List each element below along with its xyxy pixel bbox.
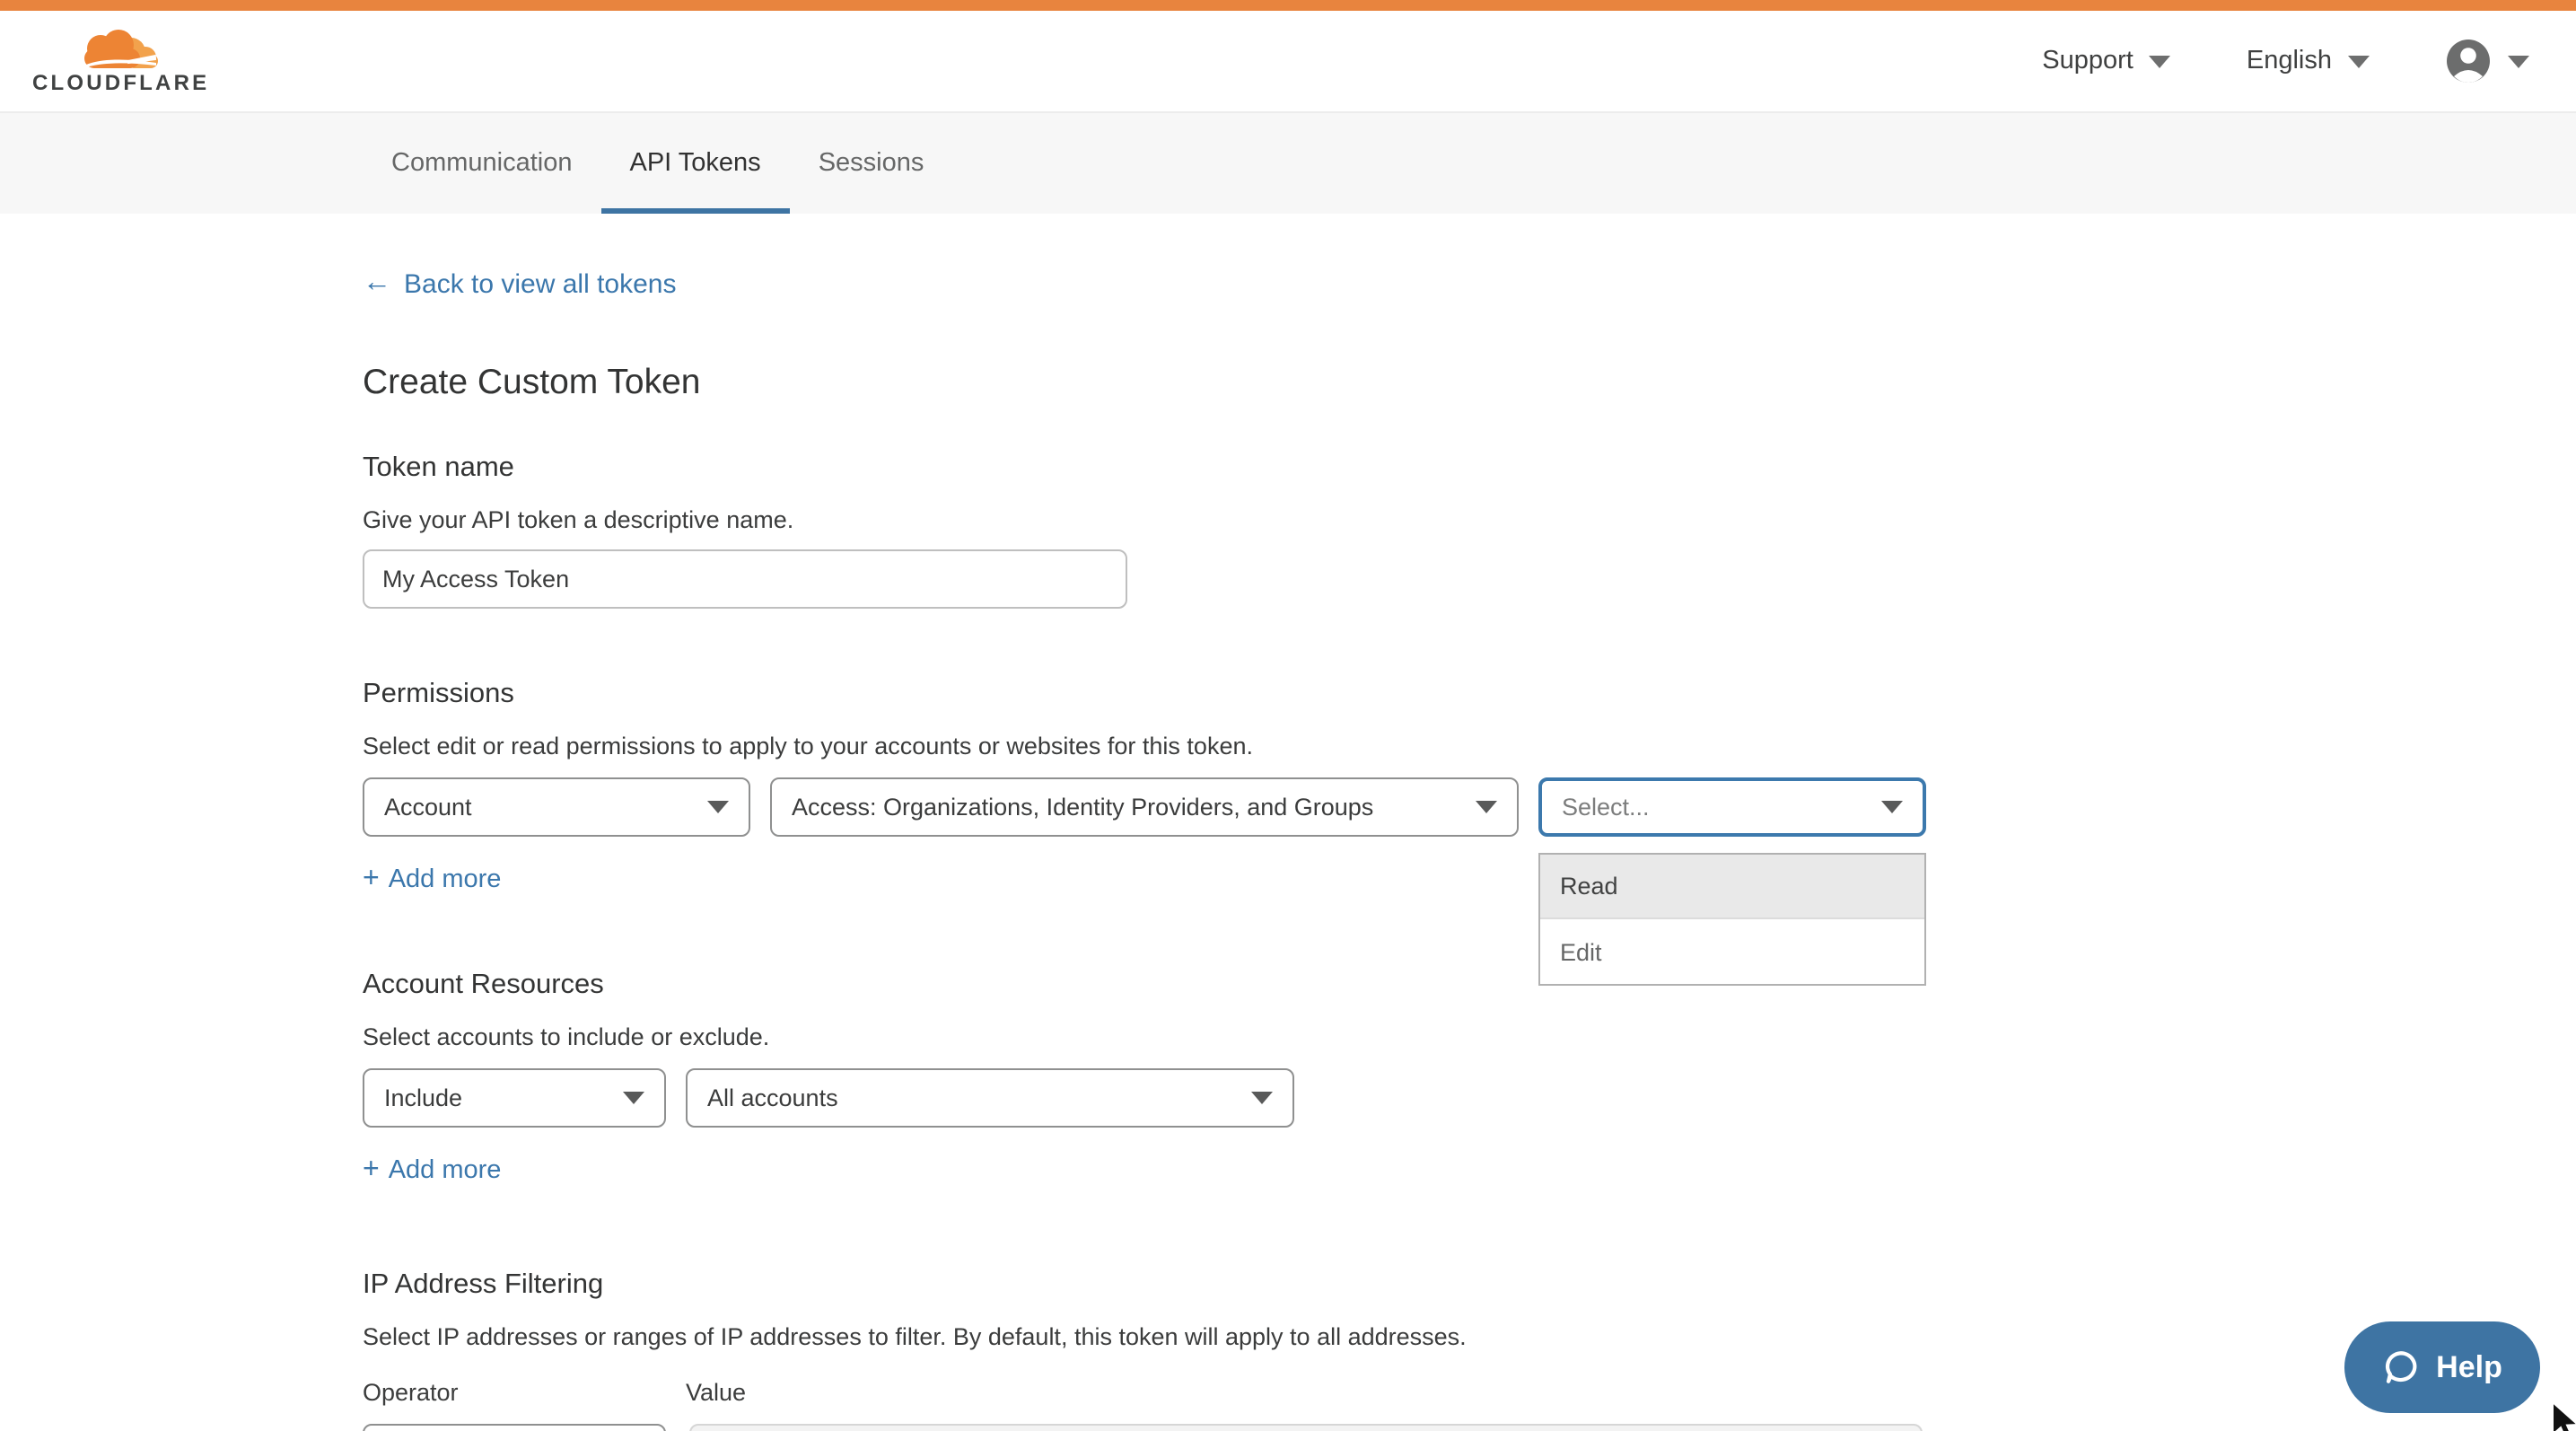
mouse-cursor bbox=[2549, 1399, 2576, 1431]
ip-filtering-labels: Operator Value bbox=[363, 1379, 2576, 1406]
tab-label: Communication bbox=[391, 149, 573, 178]
permission-level-dropdown-menu: Read Edit bbox=[1538, 853, 1926, 986]
cloudflare-logo[interactable]: CLOUDFLARE bbox=[32, 29, 209, 93]
dropdown-option-read[interactable]: Read bbox=[1540, 855, 1924, 919]
ip-filtering-heading: IP Address Filtering bbox=[363, 1269, 2576, 1302]
add-more-label: Add more bbox=[389, 1156, 502, 1185]
cloudflare-wordmark: CLOUDFLARE bbox=[32, 72, 209, 93]
app-root: CLOUDFLARE Support English Com bbox=[0, 0, 2576, 1431]
chat-bubble-icon bbox=[2382, 1348, 2420, 1386]
permission-level-placeholder: Select... bbox=[1562, 794, 1650, 821]
tab-communication[interactable]: Communication bbox=[363, 113, 601, 214]
tab-bar: Communication API Tokens Sessions bbox=[0, 111, 2576, 214]
plus-icon: + bbox=[363, 1154, 380, 1187]
account-resources-row: Include All accounts bbox=[363, 1068, 2576, 1128]
cloudflare-cloud-icon bbox=[74, 29, 168, 72]
permission-level-select-wrap: Select... Read Edit bbox=[1538, 777, 1946, 837]
chevron-down-icon bbox=[2508, 55, 2529, 67]
account-mode-select[interactable]: Include bbox=[363, 1068, 666, 1128]
ip-filtering-description: Select IP addresses or ranges of IP addr… bbox=[363, 1323, 2576, 1350]
permissions-heading: Permissions bbox=[363, 679, 2576, 711]
token-name-section: Token name Give your API token a descrip… bbox=[363, 452, 2576, 609]
header: CLOUDFLARE Support English bbox=[0, 11, 2576, 111]
back-arrow-icon: ← bbox=[363, 268, 391, 300]
dropdown-option-edit[interactable]: Edit bbox=[1540, 919, 1924, 984]
tab-label: API Tokens bbox=[630, 149, 761, 178]
permissions-section: Permissions Select edit or read permissi… bbox=[363, 679, 2576, 896]
help-button[interactable]: Help bbox=[2344, 1321, 2540, 1413]
tab-label: Sessions bbox=[819, 149, 924, 178]
back-link[interactable]: ← Back to view all tokens bbox=[363, 268, 677, 300]
permission-access-select[interactable]: Access: Organizations, Identity Provider… bbox=[770, 777, 1519, 837]
chevron-down-icon bbox=[1881, 801, 1903, 813]
accounts-select-value: All accounts bbox=[707, 1084, 838, 1111]
back-link-label: Back to view all tokens bbox=[404, 268, 677, 299]
permissions-row: Account Access: Organizations, Identity … bbox=[363, 777, 2576, 837]
token-name-input[interactable] bbox=[363, 549, 1127, 609]
account-mode-value: Include bbox=[384, 1084, 462, 1111]
language-menu-label: English bbox=[2247, 47, 2332, 75]
chevron-down-icon bbox=[2348, 55, 2370, 67]
tab-sessions[interactable]: Sessions bbox=[790, 113, 953, 214]
help-button-label: Help bbox=[2436, 1349, 2502, 1385]
chevron-down-icon bbox=[2150, 55, 2171, 67]
plus-icon: + bbox=[363, 864, 380, 896]
language-menu[interactable]: English bbox=[2247, 47, 2370, 75]
permissions-description: Select edit or read permissions to apply… bbox=[363, 733, 2576, 759]
chevron-down-icon bbox=[1476, 801, 1497, 813]
brand-accent-bar bbox=[0, 0, 2576, 11]
account-resources-section: Account Resources Select accounts to inc… bbox=[363, 970, 2576, 1187]
ip-filtering-row: Select... bbox=[363, 1424, 2576, 1431]
page-title: Create Custom Token bbox=[363, 363, 2576, 404]
chevron-down-icon bbox=[1251, 1092, 1273, 1104]
account-resources-add-more-link[interactable]: + Add more bbox=[363, 1154, 501, 1187]
add-more-label: Add more bbox=[389, 865, 502, 894]
main-content: ← Back to view all tokens Create Custom … bbox=[0, 214, 2576, 1431]
value-label: Value bbox=[686, 1379, 746, 1406]
token-name-heading: Token name bbox=[363, 452, 2576, 485]
account-menu[interactable] bbox=[2445, 38, 2529, 84]
tab-api-tokens[interactable]: API Tokens bbox=[601, 113, 790, 214]
permission-type-select[interactable]: Account bbox=[363, 777, 750, 837]
ip-filtering-section: IP Address Filtering Select IP addresses… bbox=[363, 1269, 2576, 1431]
chevron-down-icon bbox=[707, 801, 729, 813]
permission-level-select[interactable]: Select... bbox=[1538, 777, 1926, 837]
account-resources-description: Select accounts to include or exclude. bbox=[363, 1023, 2576, 1050]
user-avatar-icon bbox=[2445, 38, 2492, 84]
token-name-description: Give your API token a descriptive name. bbox=[363, 506, 2576, 533]
operator-label: Operator bbox=[363, 1379, 686, 1406]
ip-value-input[interactable] bbox=[689, 1424, 1923, 1431]
ip-operator-select[interactable]: Select... bbox=[363, 1424, 666, 1431]
accounts-select[interactable]: All accounts bbox=[686, 1068, 1294, 1128]
support-menu[interactable]: Support bbox=[2042, 47, 2171, 75]
permission-access-value: Access: Organizations, Identity Provider… bbox=[792, 794, 1373, 821]
permission-type-value: Account bbox=[384, 794, 472, 821]
account-resources-heading: Account Resources bbox=[363, 970, 2576, 1002]
permissions-add-more-link[interactable]: + Add more bbox=[363, 864, 501, 896]
chevron-down-icon bbox=[623, 1092, 644, 1104]
support-menu-label: Support bbox=[2042, 47, 2134, 75]
header-menu: Support English bbox=[1967, 38, 2529, 84]
